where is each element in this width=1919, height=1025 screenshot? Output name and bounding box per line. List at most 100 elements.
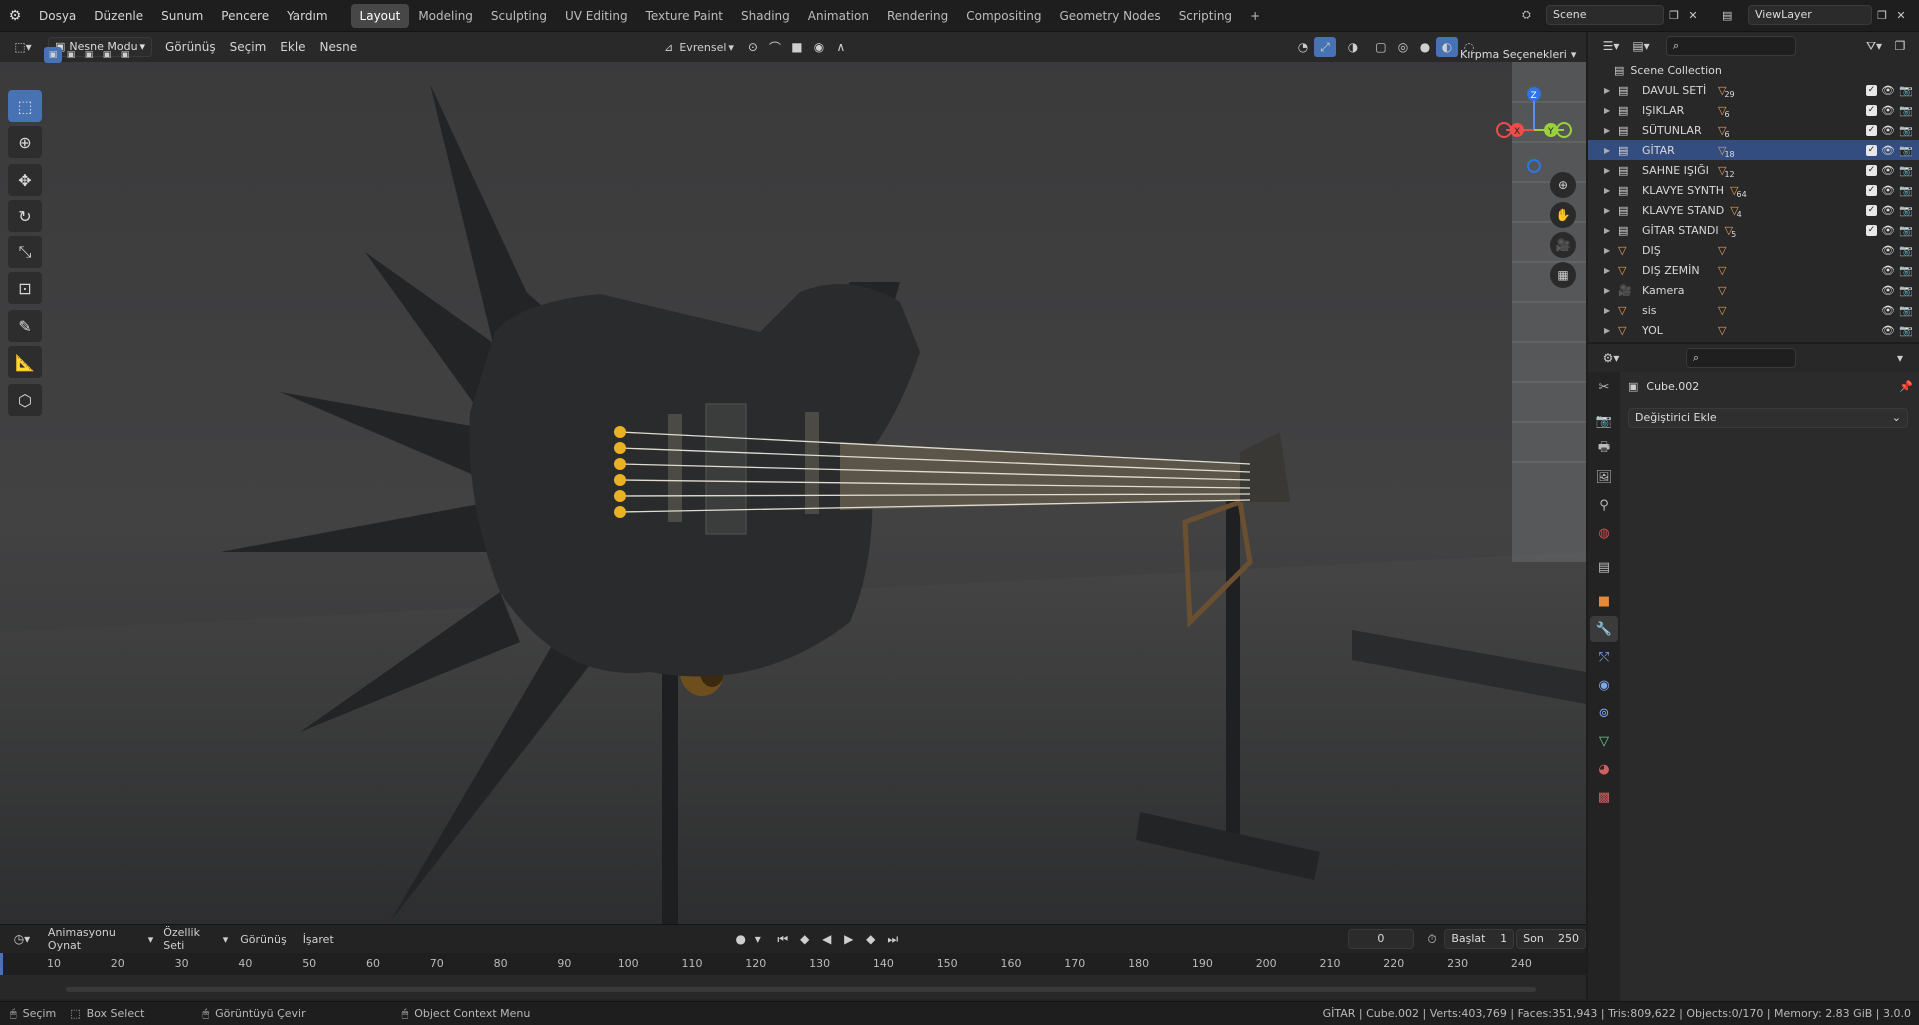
material-tab-icon[interactable]: ◕ [1590,756,1618,782]
prev-keyframe-icon[interactable]: ◆ [794,929,816,949]
camera-render-icon[interactable]: 📷 [1899,304,1913,317]
outliner-item[interactable]: ▶ ▤ SÜTUNLAR ▽ 6 ✓ 👁 📷 [1588,120,1919,140]
world-tab-icon[interactable]: ◍ [1590,520,1618,546]
eye-icon[interactable]: 👁 [1881,144,1895,157]
viewport-menu-view[interactable]: Görünüş [158,40,223,54]
select-subtract-icon[interactable]: ▣ [80,47,98,63]
jump-end-icon[interactable]: ⏭ [882,929,904,949]
eye-icon[interactable]: 👁 [1881,124,1895,137]
record-icon[interactable]: ● [730,929,752,949]
tab-scripting[interactable]: Scripting [1170,4,1241,28]
camera-render-icon[interactable]: 📷 [1899,284,1913,297]
outliner-item[interactable]: ▶ ▽ DIŞ ▽ 👁 📷 [1588,240,1919,260]
scene-tab-icon[interactable]: ⚲ [1590,492,1618,518]
rotate-tool-icon[interactable]: ↻ [8,200,42,232]
eye-icon[interactable]: 👁 [1881,204,1895,217]
clipping-options[interactable]: Kırpma Seçenekleri ▾ [1460,48,1576,61]
shading-solid-icon[interactable]: ● [1414,37,1436,57]
timeline-tracks[interactable] [0,975,1586,999]
stopwatch-icon[interactable]: ⏱ [1422,929,1442,949]
add-workspace-button[interactable]: + [1241,4,1269,28]
select-extend-icon[interactable]: ▣ [62,47,80,63]
camera-render-icon[interactable]: 📷 [1899,84,1913,97]
select-intersect-icon[interactable]: ▣ [116,47,134,63]
exclude-checkbox[interactable]: ✓ [1866,144,1877,156]
expand-arrow-icon[interactable]: ▶ [1604,246,1618,255]
expand-arrow-icon[interactable]: ▶ [1604,106,1618,115]
expand-arrow-icon[interactable]: ▶ [1604,206,1618,215]
move-tool-icon[interactable]: ✥ [8,164,42,196]
chevron-down-icon[interactable]: ▾ [1889,348,1911,368]
delete-view-layer-icon[interactable]: ✕ [1892,9,1910,22]
expand-arrow-icon[interactable]: ▶ [1604,226,1618,235]
falloff-icon[interactable]: ∧ [830,37,852,57]
outliner-item[interactable]: ▶ 🎥 Kamera ▽ 👁 📷 [1588,280,1919,300]
current-frame-field[interactable]: 0 [1347,929,1414,949]
properties-editor-type-icon[interactable]: ⚙▾ [1596,348,1626,368]
measure-tool-icon[interactable]: 📐 [8,346,42,378]
viewport-menu-add[interactable]: Ekle [273,40,312,54]
tab-uv-editing[interactable]: UV Editing [556,4,637,28]
3d-viewport[interactable]: ⬚▾ ▣ Nesne Modu ▾ Görünüş Seçim Ekle Nes… [0,32,1586,924]
tab-sculpting[interactable]: Sculpting [482,4,556,28]
delete-scene-icon[interactable]: ✕ [1684,9,1702,22]
proportional-edit-icon[interactable]: ◉ [808,37,830,57]
annotate-tool-icon[interactable]: ✎ [8,310,42,342]
camera-render-icon[interactable]: 📷 [1899,224,1913,237]
object-tab-icon[interactable]: ■ [1590,588,1618,614]
camera-render-icon[interactable]: 📷 [1899,324,1913,337]
eye-icon[interactable]: 👁 [1881,224,1895,237]
outliner-item[interactable]: ▶ ▤ KLAVYE SYNTH ▽ 64 ✓ 👁 📷 [1588,180,1919,200]
chevron-down-icon[interactable]: ▾ [752,929,764,949]
properties-search-input[interactable]: ⌕ [1686,348,1796,368]
tab-modeling[interactable]: Modeling [409,4,482,28]
exclude-checkbox[interactable]: ✓ [1866,124,1877,136]
eye-icon[interactable]: 👁 [1881,264,1895,277]
eye-icon[interactable]: 👁 [1881,324,1895,337]
timeline-menu-view[interactable]: Görünüş [240,933,286,946]
view-layer-icon[interactable]: ▤ [1722,9,1748,22]
viewport-menu-select[interactable]: Seçim [223,40,274,54]
eye-icon[interactable]: 👁 [1881,304,1895,317]
texture-tab-icon[interactable]: ▩ [1590,784,1618,810]
outliner-item[interactable]: ▶ ▤ GİTAR STANDI ▽ 5 ✓ 👁 📷 [1588,220,1919,240]
expand-arrow-icon[interactable]: ▶ [1604,286,1618,295]
physics-tab-icon[interactable]: ◉ [1590,672,1618,698]
blender-logo-icon[interactable]: ⚙ [0,0,30,32]
eye-icon[interactable]: 👁 [1881,284,1895,297]
editor-type-icon[interactable]: ⬚▾ [8,37,38,57]
exclude-checkbox[interactable]: ✓ [1866,104,1877,116]
timeline-menu-keying[interactable]: Özellik Seti ▾ [163,926,228,952]
tab-animation[interactable]: Animation [799,4,878,28]
transform-orientation-dropdown[interactable]: ⊿ Evrensel ▾ [664,41,734,54]
timeline-menu-marker[interactable]: İşaret [303,933,334,946]
tab-layout[interactable]: Layout [350,3,410,28]
camera-render-icon[interactable]: 📷 [1899,164,1913,177]
snap-target-icon[interactable]: ■ [786,37,808,57]
tab-geometry-nodes[interactable]: Geometry Nodes [1050,4,1169,28]
timeline-scrollbar[interactable] [66,987,1536,992]
eye-icon[interactable]: 👁 [1881,164,1895,177]
output-tab-icon[interactable]: 🖶 [1590,436,1618,462]
shading-wireframe-icon[interactable]: ◎ [1392,37,1414,57]
timeline-ruler[interactable]: 10 20 30 40 50 60 70 80 90 100 110 120 130 140 150 160 1… [0,953,1586,975]
xray-icon[interactable]: ▢ [1370,37,1392,57]
new-collection-icon[interactable]: ❐ [1889,36,1911,56]
end-frame-field[interactable]: Son 250 [1516,929,1586,949]
camera-render-icon[interactable]: 📷 [1899,204,1913,217]
overlay-icon[interactable]: ◑ [1342,37,1364,57]
select-difference-icon[interactable]: ▣ [98,47,116,63]
tab-rendering[interactable]: Rendering [878,4,957,28]
viewport-menu-object[interactable]: Nesne [313,40,365,54]
timeline-editor-type-icon[interactable]: ◷▾ [8,929,36,949]
eye-icon[interactable]: 👁 [1881,104,1895,117]
camera-render-icon[interactable]: 📷 [1899,264,1913,277]
tab-texture-paint[interactable]: Texture Paint [637,4,732,28]
visibility-icon[interactable]: ◔ [1292,37,1314,57]
zoom-icon[interactable]: ⊕ [1550,172,1576,198]
constraints-tab-icon[interactable]: ⊚ [1590,700,1618,726]
outliner-root[interactable]: ▤ Scene Collection [1588,60,1919,80]
playhead[interactable] [0,953,3,975]
exclude-checkbox[interactable]: ✓ [1866,84,1877,96]
collection-tab-icon[interactable]: ▤ [1590,554,1618,580]
